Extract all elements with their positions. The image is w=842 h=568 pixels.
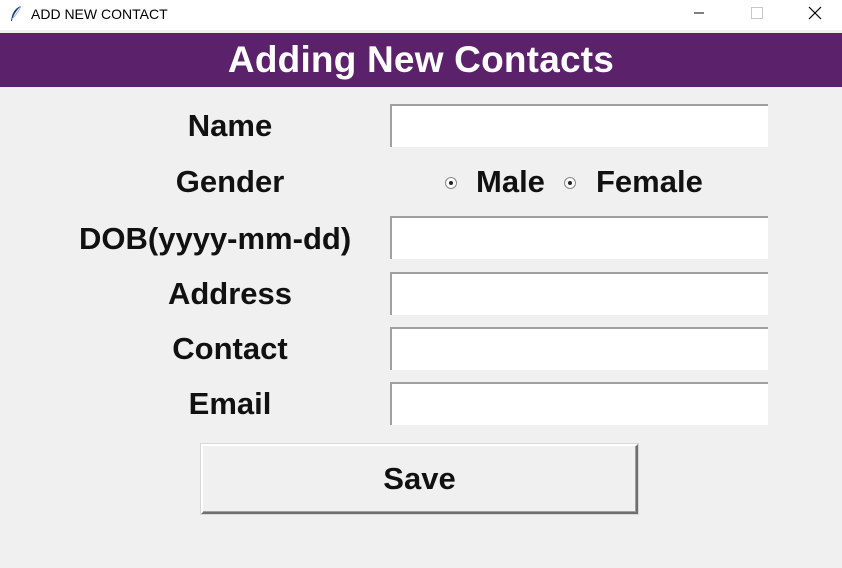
contact-label: Contact <box>172 331 288 366</box>
dob-label: DOB(yyyy-mm-dd) <box>79 221 352 256</box>
email-input[interactable] <box>390 382 768 425</box>
close-icon <box>808 6 822 25</box>
feather-icon <box>9 5 23 23</box>
save-button[interactable]: Save <box>201 444 638 514</box>
address-label: Address <box>167 276 293 311</box>
contact-input[interactable] <box>390 327 768 370</box>
window-title: ADD NEW CONTACT <box>31 6 168 22</box>
close-button[interactable] <box>792 0 838 30</box>
email-label: Email <box>188 386 272 421</box>
female-radio-label[interactable]: Female <box>596 164 703 200</box>
minimize-icon <box>693 6 705 24</box>
address-input[interactable] <box>390 272 768 315</box>
name-input[interactable] <box>390 104 768 147</box>
title-bar: ADD NEW CONTACT <box>0 0 842 30</box>
maximize-button[interactable] <box>734 0 780 30</box>
page-title: Adding New Contacts <box>227 39 615 80</box>
maximize-icon <box>751 6 763 24</box>
add-contact-window: ADD NEW CONTACT Adding New Contacts Name… <box>0 0 842 568</box>
dob-input[interactable] <box>390 216 768 259</box>
male-radio-label[interactable]: Male <box>476 164 545 200</box>
minimize-button[interactable] <box>676 0 722 30</box>
female-radio[interactable] <box>564 177 576 189</box>
male-radio[interactable] <box>445 177 457 189</box>
gender-label: Gender <box>175 164 285 199</box>
header-banner: Adding New Contacts <box>0 33 842 87</box>
name-label: Name <box>187 108 273 143</box>
